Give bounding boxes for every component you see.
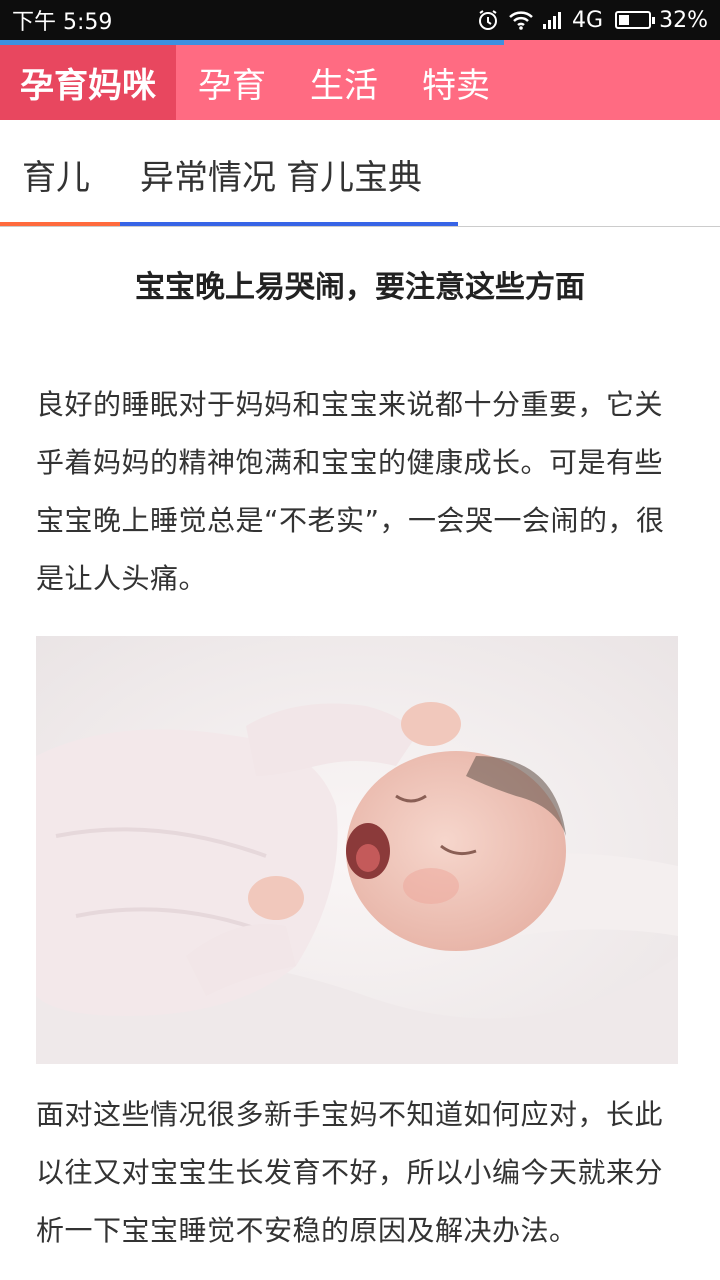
battery-icon: [615, 11, 656, 29]
brand-tab[interactable]: 孕育妈咪: [0, 45, 176, 120]
wifi-icon: [508, 9, 534, 31]
sub-tab-abnormal[interactable]: 异常情况: [140, 120, 276, 228]
status-time: 下午 5:59: [12, 10, 113, 35]
network-type: 4G: [572, 7, 604, 33]
sub-tabs: 育儿 异常情况 育儿宝典: [0, 120, 720, 228]
crying-baby-image[interactable]: [36, 636, 678, 1064]
status-icons: 4G 32%: [476, 8, 708, 33]
status-bar: 下午 5:59 4G 32%: [0, 0, 720, 40]
tab-pregnancy[interactable]: 孕育: [176, 45, 288, 120]
tab-life[interactable]: 生活: [288, 45, 400, 120]
tab-sale[interactable]: 特卖: [400, 45, 512, 120]
signal-icon: [542, 10, 564, 30]
sub-tab-guide[interactable]: 育儿宝典: [276, 120, 422, 228]
sub-tab-parenting[interactable]: 育儿: [0, 120, 90, 228]
article-title: 宝宝晚上易哭闹，要注意这些方面: [135, 270, 585, 305]
alarm-icon: [476, 8, 500, 32]
divider: [0, 226, 720, 227]
article-paragraph-2: 面对这些情况很多新手宝妈不知道如何应对，长此以往又对宝宝生长发育不好，所以小编今…: [36, 1098, 664, 1247]
top-nav: 孕育妈咪 孕育 生活 特卖: [0, 45, 720, 120]
battery-percent: 32%: [659, 7, 708, 33]
article-paragraph-1: 良好的睡眠对于妈妈和宝宝来说都十分重要，它关乎着妈妈的精神饱满和宝宝的健康成长。…: [36, 388, 665, 595]
